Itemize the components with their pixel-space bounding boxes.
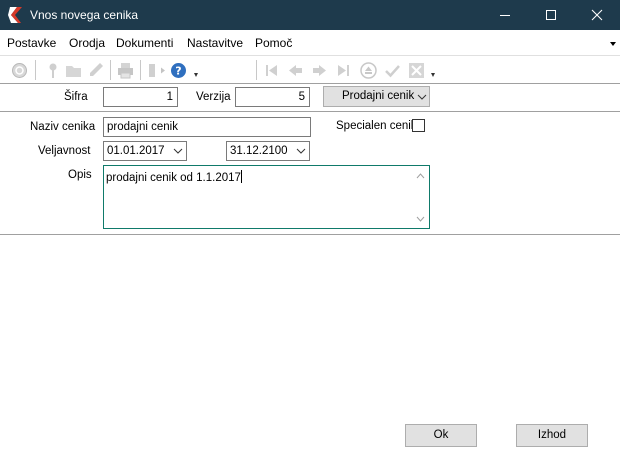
veljavnost-label: Veljavnost xyxy=(38,145,91,157)
date-to-picker[interactable]: 31.12.2100 xyxy=(226,141,310,161)
close-icon xyxy=(591,9,603,21)
window-title: Vnos novega cenika xyxy=(30,8,139,22)
previous-record-icon[interactable] xyxy=(287,62,304,79)
cenik-type-value: Prodajni cenik xyxy=(342,90,415,102)
sifra-label: Šifra xyxy=(64,91,88,103)
menu-nastavitve[interactable]: Nastavitve xyxy=(187,36,243,50)
naziv-label: Naziv cenika xyxy=(30,121,96,133)
help-icon[interactable]: ? xyxy=(170,62,187,79)
text-caret xyxy=(240,170,242,183)
specialen-checkbox[interactable] xyxy=(412,119,425,132)
last-record-icon[interactable] xyxy=(335,62,352,79)
naziv-field[interactable]: prodajni cenik xyxy=(103,117,311,137)
confirm-icon[interactable] xyxy=(384,62,401,79)
export-icon[interactable] xyxy=(148,62,165,79)
toolbar-separator xyxy=(140,60,141,80)
form-divider xyxy=(0,234,620,235)
pin-icon[interactable] xyxy=(44,62,61,79)
close-button[interactable] xyxy=(574,0,620,30)
opis-textarea[interactable]: prodajni cenik od 1.1.2017 xyxy=(103,165,430,229)
eject-icon[interactable] xyxy=(360,62,377,79)
toolbar: ? xyxy=(0,55,620,84)
maximize-icon xyxy=(546,10,556,20)
menu-overflow-chevron-icon[interactable] xyxy=(610,42,616,46)
header-row: Šifra 1 Verzija 5 Prodajni cenik xyxy=(0,85,620,112)
sifra-field[interactable]: 1 xyxy=(103,87,178,107)
opis-text: prodajni cenik od 1.1.2017 xyxy=(106,172,241,184)
first-record-icon[interactable] xyxy=(263,62,280,79)
toolbar-separator xyxy=(35,60,36,80)
next-record-icon[interactable] xyxy=(311,62,328,79)
scroll-up-icon[interactable] xyxy=(416,173,425,179)
menu-postavke[interactable]: Postavke xyxy=(7,36,56,50)
folder-icon[interactable] xyxy=(65,62,82,79)
print-icon[interactable] xyxy=(117,62,134,79)
verzija-label: Verzija xyxy=(196,91,231,103)
title-bar[interactable]: Vnos novega cenika xyxy=(0,0,620,30)
edit-icon[interactable] xyxy=(88,62,105,79)
minimize-button[interactable] xyxy=(482,0,528,30)
verzija-field[interactable]: 5 xyxy=(235,87,310,107)
date-to-value: 31.12.2100 xyxy=(230,145,288,157)
scroll-down-icon[interactable] xyxy=(416,216,425,222)
toolbar-separator xyxy=(110,60,111,80)
exit-button[interactable]: Izhod xyxy=(516,424,588,447)
date-from-value: 01.01.2017 xyxy=(107,145,165,157)
refresh-icon[interactable] xyxy=(11,62,28,79)
menu-dokumenti[interactable]: Dokumenti xyxy=(116,36,173,50)
ok-button[interactable]: Ok xyxy=(405,424,477,447)
toolbar-separator xyxy=(256,60,257,80)
specialen-label: Specialen cenik xyxy=(336,120,417,132)
help-dropdown-chevron-icon[interactable] xyxy=(194,73,198,77)
svg-text:?: ? xyxy=(175,65,181,78)
date-from-picker[interactable]: 01.01.2017 xyxy=(103,141,187,161)
menu-bar: Postavke Orodja Dokumenti Nastavitve Pom… xyxy=(0,30,620,54)
menu-orodja[interactable]: Orodja xyxy=(69,36,105,50)
cenik-type-dropdown[interactable]: Prodajni cenik xyxy=(323,86,430,107)
chevron-down-icon xyxy=(173,148,183,154)
chevron-down-icon xyxy=(417,94,427,100)
maximize-button[interactable] xyxy=(528,0,574,30)
minimize-icon xyxy=(500,15,510,16)
menu-pomoc[interactable]: Pomoč xyxy=(255,36,292,50)
opis-scrollbar[interactable] xyxy=(412,166,429,228)
delete-icon[interactable] xyxy=(408,62,425,79)
opis-label: Opis xyxy=(68,169,92,181)
app-logo-icon xyxy=(8,7,22,23)
chevron-down-icon xyxy=(296,148,306,154)
delete-dropdown-chevron-icon[interactable] xyxy=(431,73,435,77)
